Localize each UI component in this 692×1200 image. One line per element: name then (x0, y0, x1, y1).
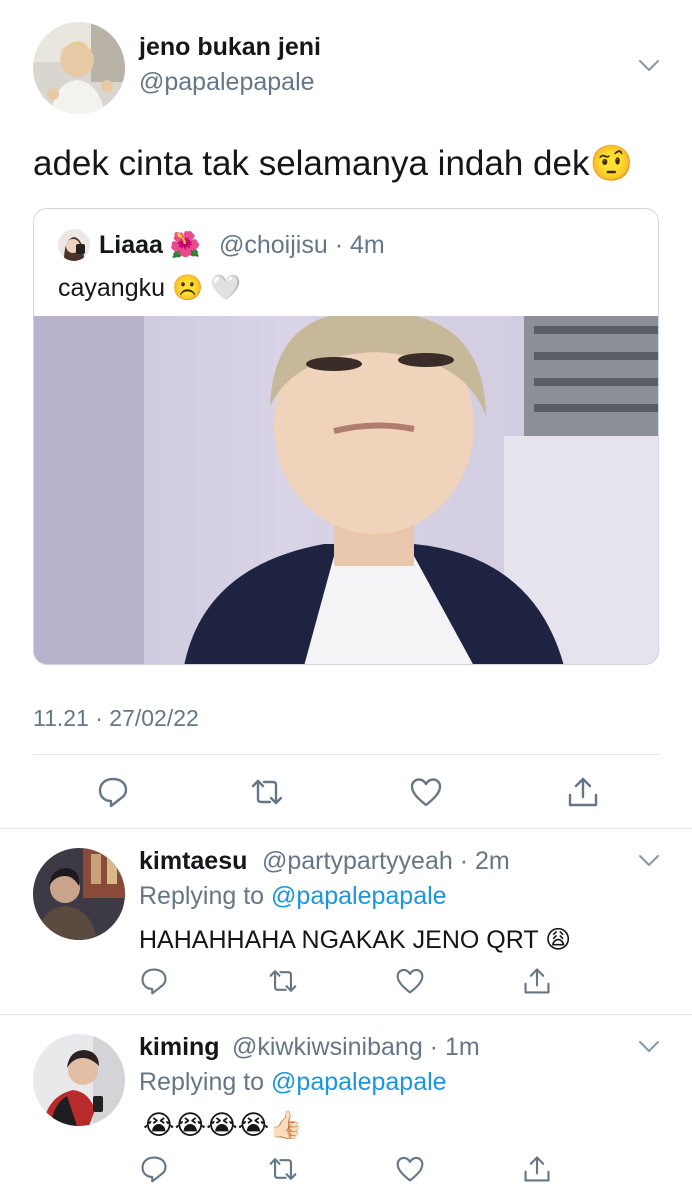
like-icon[interactable] (395, 1154, 425, 1184)
tweet-timestamp[interactable]: 11.21 · 27/02/22 (33, 705, 199, 732)
reply-author-avatar[interactable] (33, 1034, 125, 1126)
divider (0, 1014, 692, 1015)
hibiscus-emoji: 🌺 (169, 231, 202, 259)
weary-face-emoji: 😩 (545, 926, 572, 954)
reply-author-name[interactable]: kiming (139, 1033, 220, 1062)
replying-to: Replying to @papalepapale (139, 882, 447, 910)
share-icon[interactable] (566, 775, 600, 809)
reply-icon[interactable] (96, 775, 130, 809)
reply-author-avatar[interactable] (33, 848, 125, 940)
retweet-icon[interactable] (268, 1154, 298, 1184)
main-author-name[interactable]: jeno bukan jeni (139, 33, 321, 62)
reply-author-handle-time[interactable]: @partypartyyeah · 2m (262, 847, 510, 876)
replying-to: Replying to @papalepapale (139, 1068, 447, 1096)
quoted-tweet-text: cayangku ☹️ 🤍 (58, 274, 242, 302)
replying-to-handle-link[interactable]: @papalepapale (271, 882, 447, 910)
main-author-avatar[interactable] (33, 22, 125, 114)
crying-and-thumbs-emojis: 😭😭😭😭👍🏻 (143, 1110, 303, 1140)
raised-eyebrow-emoji: 🤨 (589, 144, 634, 183)
reply-text: 😭😭😭😭👍🏻 (139, 1109, 307, 1141)
quoted-author-avatar (58, 229, 90, 261)
reply-icon[interactable] (139, 1154, 169, 1184)
divider (0, 828, 692, 829)
divider (33, 754, 659, 755)
retweet-icon[interactable] (250, 775, 284, 809)
main-author-handle[interactable]: @papalepapale (139, 68, 315, 97)
like-icon[interactable] (409, 775, 443, 809)
chevron-down-icon[interactable] (638, 854, 660, 868)
retweet-icon[interactable] (268, 966, 298, 996)
main-tweet-text: adek cinta tak selamanya indah dek🤨 (33, 144, 634, 183)
chevron-down-icon[interactable] (638, 59, 660, 73)
share-icon[interactable] (522, 1154, 552, 1184)
quoted-author-handle-time: @choijisu · 4m (219, 231, 385, 259)
reply-author-handle-time[interactable]: @kiwkiwsinibang · 1m (232, 1033, 480, 1062)
like-icon[interactable] (395, 966, 425, 996)
replying-to-handle-link[interactable]: @papalepapale (271, 1068, 447, 1096)
chevron-down-icon[interactable] (638, 1040, 660, 1054)
share-icon[interactable] (522, 966, 552, 996)
reply-author-name[interactable]: kimtaesu (139, 847, 247, 876)
quoted-emojis: ☹️ 🤍 (171, 274, 242, 302)
reply-text: HAHAHHAHA NGAKAK JENO QRT 😩 (139, 926, 572, 954)
quoted-media-image[interactable] (34, 316, 658, 664)
quoted-author-name: Liaaa 🌺 (99, 231, 202, 259)
reply-icon[interactable] (139, 966, 169, 996)
quoted-tweet-card[interactable]: Liaaa 🌺 @choijisu · 4m cayangku ☹️ 🤍 (33, 208, 659, 665)
